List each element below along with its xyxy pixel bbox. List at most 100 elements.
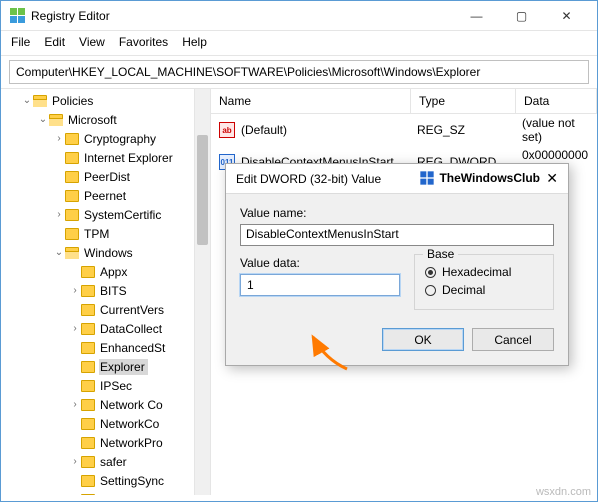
- value-data-label: Value data:: [240, 256, 400, 270]
- chevron-right-icon[interactable]: ›: [69, 456, 81, 467]
- value-name-cell: (Default): [241, 123, 417, 137]
- col-data[interactable]: Data: [516, 89, 597, 113]
- menu-edit[interactable]: Edit: [44, 35, 65, 49]
- dialog-titlebar[interactable]: Edit DWORD (32-bit) Value ✕ TheWindowsCl…: [226, 164, 568, 194]
- tree-node-policies[interactable]: ⌄ Policies: [1, 91, 210, 110]
- tree-node-label: PeerDist: [83, 169, 133, 185]
- folder-icon: [65, 190, 79, 202]
- regedit-icon: [9, 8, 25, 24]
- value-name-label: Value name:: [240, 206, 554, 220]
- folder-icon: [81, 399, 95, 411]
- tree-node-label: Microsoft: [67, 112, 120, 128]
- menu-favorites[interactable]: Favorites: [119, 35, 168, 49]
- chevron-down-icon[interactable]: ⌄: [21, 95, 33, 106]
- dialog-close-icon[interactable]: ✕: [546, 170, 558, 187]
- tree-node-windows[interactable]: ⌄ Windows: [1, 243, 210, 262]
- ok-button[interactable]: OK: [382, 328, 464, 351]
- tree-node-currentvers[interactable]: CurrentVers: [1, 300, 210, 319]
- tree-node-networkco[interactable]: NetworkCo: [1, 414, 210, 433]
- value-data-input[interactable]: [240, 274, 400, 296]
- tree-node-peerdist[interactable]: PeerDist: [1, 167, 210, 186]
- tree-node-explorer[interactable]: Explorer: [1, 357, 210, 376]
- folder-icon: [81, 494, 95, 496]
- tree-node-networkpro[interactable]: NetworkPro: [1, 433, 210, 452]
- tree-node-label: Policies: [51, 93, 96, 109]
- menu-view[interactable]: View: [79, 35, 105, 49]
- tree-node-label: safer: [99, 454, 130, 470]
- folder-icon: [65, 228, 79, 240]
- tree-scroll-thumb[interactable]: [197, 135, 208, 245]
- tree-node-label: Network Co: [99, 397, 166, 413]
- tree-node-peernet[interactable]: Peernet: [1, 186, 210, 205]
- tree-node-label: BITS: [99, 283, 130, 299]
- registry-editor-window: Registry Editor — ▢ ✕ File Edit View Fav…: [0, 0, 598, 502]
- tree-node-label: CurrentVers: [99, 302, 167, 318]
- tree-node-network-co[interactable]: › Network Co: [1, 395, 210, 414]
- value-type-cell: REG_SZ: [417, 123, 522, 137]
- dialog-title: Edit DWORD (32-bit) Value: [236, 172, 381, 186]
- maximize-button[interactable]: ▢: [499, 2, 544, 30]
- value-name-field[interactable]: DisableContextMenusInStart: [240, 224, 554, 246]
- value-row[interactable]: ab(Default)REG_SZ(value not set): [211, 114, 597, 146]
- column-headers[interactable]: Name Type Data: [211, 89, 597, 114]
- tree-node-systemcertific[interactable]: › SystemCertific: [1, 205, 210, 224]
- minimize-button[interactable]: —: [454, 2, 499, 30]
- folder-icon: [81, 361, 95, 373]
- tree-node-label: NetworkCo: [99, 416, 162, 432]
- folder-icon: [81, 418, 95, 430]
- folder-icon: [65, 209, 79, 221]
- tree-node-safer[interactable]: › safer: [1, 452, 210, 471]
- chevron-down-icon[interactable]: ⌄: [53, 247, 65, 258]
- radio-dec[interactable]: Decimal: [425, 283, 543, 297]
- cancel-button[interactable]: Cancel: [472, 328, 554, 351]
- key-tree[interactable]: ⌄Policies⌄Microsoft›CryptographyInternet…: [1, 89, 211, 495]
- tree-node-tpm[interactable]: TPM: [1, 224, 210, 243]
- radio-hex[interactable]: Hexadecimal: [425, 265, 543, 279]
- address-input[interactable]: Computer\HKEY_LOCAL_MACHINE\SOFTWARE\Pol…: [9, 60, 589, 84]
- brand-icon: [419, 170, 435, 186]
- folder-icon: [81, 456, 95, 468]
- chevron-right-icon[interactable]: ›: [53, 133, 65, 144]
- window-controls: — ▢ ✕: [454, 2, 589, 30]
- tree-node-internet-explorer[interactable]: Internet Explorer: [1, 148, 210, 167]
- tree-node-label: SystemCertific: [83, 207, 164, 223]
- folder-icon: [65, 171, 79, 183]
- tree-node-cryptography[interactable]: ›Cryptography: [1, 129, 210, 148]
- tree-node-system[interactable]: System: [1, 490, 210, 495]
- col-name[interactable]: Name: [211, 89, 411, 113]
- radio-dec-bullet: [425, 285, 436, 296]
- window-title: Registry Editor: [31, 9, 110, 23]
- menu-file[interactable]: File: [11, 35, 30, 49]
- tree-node-enhancedst[interactable]: EnhancedSt: [1, 338, 210, 357]
- tree-node-label: Peernet: [83, 188, 129, 204]
- tree-node-label: Internet Explorer: [83, 150, 176, 166]
- address-bar: Computer\HKEY_LOCAL_MACHINE\SOFTWARE\Pol…: [1, 56, 597, 89]
- watermark-brand: TheWindowsClub: [419, 170, 540, 186]
- chevron-right-icon[interactable]: ›: [69, 323, 81, 334]
- tree-node-microsoft[interactable]: ⌄ Microsoft: [1, 110, 210, 129]
- col-type[interactable]: Type: [411, 89, 516, 113]
- tree-node-datacollect[interactable]: ›DataCollect: [1, 319, 210, 338]
- tree-node-label: Windows: [83, 245, 136, 261]
- tree-node-settingsync[interactable]: SettingSync: [1, 471, 210, 490]
- close-button[interactable]: ✕: [544, 2, 589, 30]
- chevron-down-icon[interactable]: ⌄: [37, 114, 49, 125]
- chevron-right-icon[interactable]: ›: [53, 209, 65, 220]
- menu-help[interactable]: Help: [182, 35, 207, 49]
- tree-scrollbar[interactable]: [194, 89, 210, 495]
- folder-icon: [81, 475, 95, 487]
- folder-icon: [81, 266, 95, 278]
- tree-node-bits[interactable]: › BITS: [1, 281, 210, 300]
- tree-node-appx[interactable]: Appx: [1, 262, 210, 281]
- base-group-label: Base: [423, 247, 458, 261]
- radio-hex-bullet: [425, 267, 436, 278]
- titlebar[interactable]: Registry Editor — ▢ ✕: [1, 1, 597, 31]
- folder-icon: [81, 342, 95, 354]
- chevron-right-icon[interactable]: ›: [69, 399, 81, 410]
- tree-node-ipsec[interactable]: IPSec: [1, 376, 210, 395]
- folder-icon: [81, 437, 95, 449]
- tree-node-label: Explorer: [99, 359, 148, 375]
- folder-icon: [33, 95, 47, 107]
- chevron-right-icon[interactable]: ›: [69, 285, 81, 296]
- tree-node-label: System: [99, 492, 143, 496]
